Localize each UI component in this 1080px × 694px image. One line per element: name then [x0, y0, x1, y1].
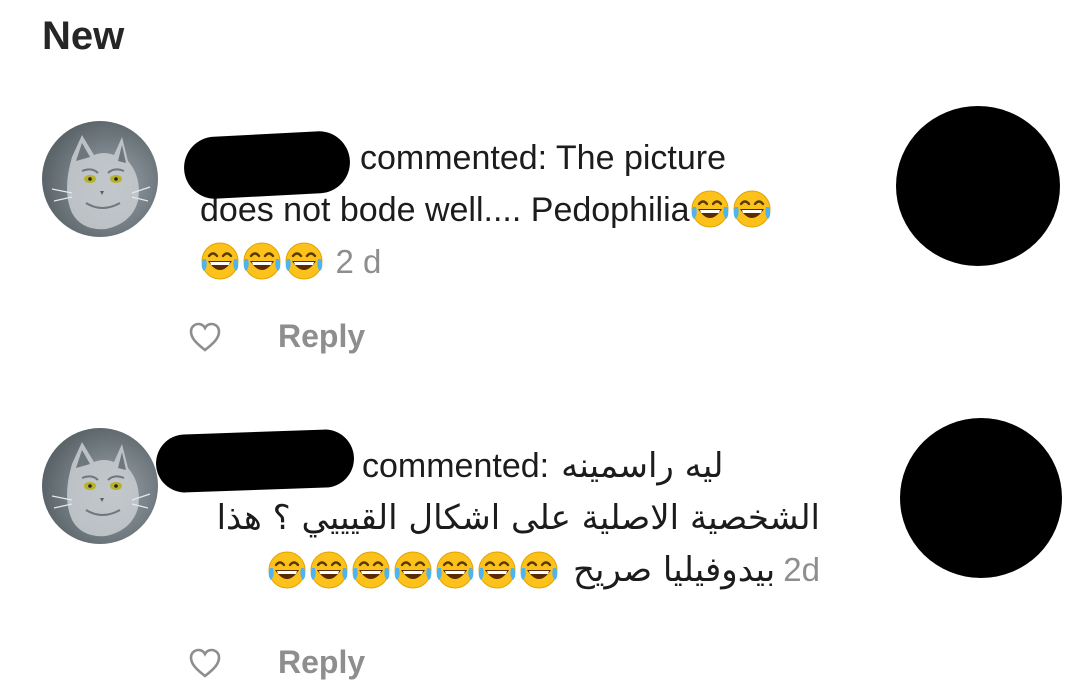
redacted-thumbnail[interactable]	[900, 418, 1062, 578]
redacted-username	[155, 428, 355, 494]
comment-line-3-arabic: بيدوفيليا صريح	[573, 550, 776, 590]
reply-button[interactable]: Reply	[278, 318, 365, 355]
tears-of-joy-emoji	[393, 550, 433, 590]
cat-avatar[interactable]	[42, 428, 158, 544]
tears-of-joy-emoji	[242, 241, 282, 281]
redacted-thumbnail[interactable]	[896, 106, 1060, 266]
heart-outline-icon[interactable]	[188, 321, 222, 353]
timestamp: 2 d	[335, 243, 382, 280]
tears-of-joy-emoji	[435, 550, 475, 590]
tears-of-joy-emoji	[309, 550, 349, 590]
tears-of-joy-emoji	[284, 241, 324, 281]
tears-of-joy-emoji	[477, 550, 517, 590]
tears-of-joy-emoji	[267, 550, 307, 590]
tears-of-joy-emoji	[519, 550, 559, 590]
tears-of-joy-emoji	[351, 550, 391, 590]
tears-of-joy-emoji	[690, 189, 730, 229]
heart-outline-icon[interactable]	[188, 647, 222, 679]
timestamp: 2d	[783, 551, 820, 588]
section-title: New	[42, 14, 125, 58]
comment-line-1-arabic: ليه راسمينه	[561, 446, 724, 486]
comment-line-2-arabic: الشخصية الاصلية على اشكال القيييي ؟ هذا	[216, 498, 820, 538]
action-row: Reply	[188, 644, 365, 681]
tears-of-joy-emoji	[200, 241, 240, 281]
reply-button[interactable]: Reply	[278, 644, 365, 681]
cat-avatar[interactable]	[42, 121, 158, 237]
comment-line-2: does not bode well.... Pedophilia	[200, 191, 690, 229]
action-row: Reply	[188, 318, 365, 355]
comment-line-1: commented: The picture	[360, 139, 726, 177]
redacted-username	[182, 129, 352, 201]
comment-prefix: commented:	[362, 447, 550, 485]
tears-of-joy-emoji	[732, 189, 772, 229]
